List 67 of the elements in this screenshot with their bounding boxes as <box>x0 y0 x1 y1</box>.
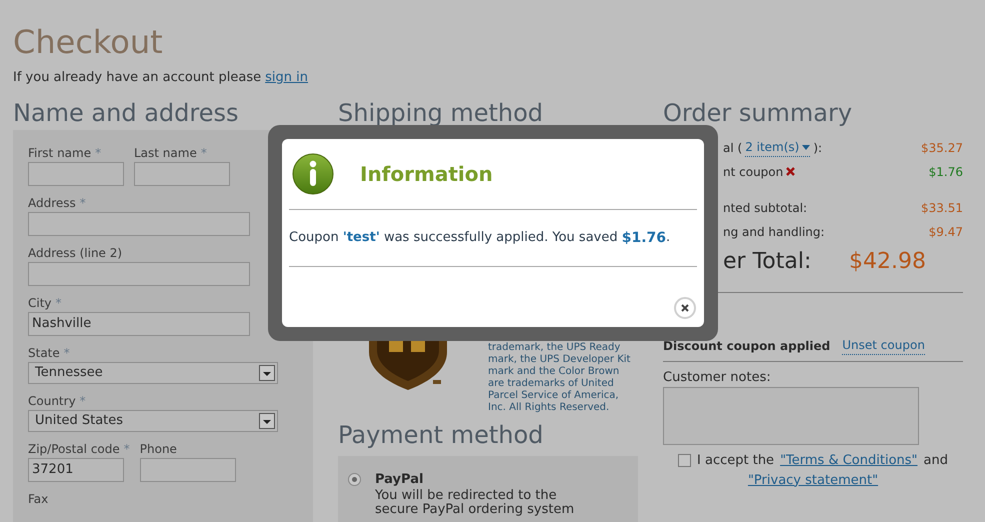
section-heading: Payment method <box>338 420 544 450</box>
payment-name: PayPal <box>375 470 424 488</box>
field-label: Country <box>28 392 76 410</box>
signin-prompt: If you already have an account please <box>13 69 262 87</box>
required-mark: * <box>95 144 102 162</box>
field-label: First name <box>28 144 92 162</box>
input-field[interactable] <box>134 162 230 186</box>
accept-text: and <box>924 452 948 470</box>
caret-icon <box>802 144 810 150</box>
summary-value: $9.47 <box>928 224 963 240</box>
section-heading: Name and address <box>13 98 240 128</box>
summary-value: $1.76 <box>928 164 963 180</box>
select-field[interactable]: United States <box>28 410 278 432</box>
input-field[interactable] <box>28 262 250 286</box>
required-mark: * <box>80 194 86 212</box>
trademark-notice: trademark, the UPS Ready mark, the UPS Developer Kit mark and the Color Brown are trademarks of United Parcel Service of America, Inc. All Rights Reserved. <box>488 342 632 414</box>
accept-checkbox[interactable] <box>678 454 692 468</box>
close-icon <box>681 304 689 312</box>
summary-label: nt coupon <box>723 164 784 180</box>
accept-text: I accept the <box>697 452 774 470</box>
required-mark: * <box>80 392 86 410</box>
summary-value: $35.27 <box>921 140 963 156</box>
field-label: Zip/Postal code <box>28 440 120 458</box>
notes-field[interactable] <box>663 387 919 445</box>
items-link[interactable]: 2 item(s) <box>745 138 810 157</box>
dropdown-icon <box>259 364 275 380</box>
payment-description: You will be redirected to the secure PayPal ordering system <box>375 489 575 517</box>
signin-link[interactable]: sign in <box>265 68 308 88</box>
summary-value: $33.51 <box>921 200 963 216</box>
input-field[interactable]: Nashville <box>28 312 250 336</box>
summary-label: al ( <box>723 140 742 156</box>
radio-button[interactable] <box>348 472 361 486</box>
field-label: Address <box>28 194 76 212</box>
dropdown-icon <box>259 412 275 428</box>
input-field[interactable] <box>140 458 236 482</box>
select-field[interactable]: Tennessee <box>28 362 278 384</box>
field-label: Address (line 2) <box>28 244 122 262</box>
input-field[interactable]: 37201 <box>28 458 124 482</box>
section-heading: Shipping method <box>338 98 544 128</box>
info-icon <box>292 153 334 195</box>
privacy-link[interactable]: "Privacy statement" <box>748 470 878 490</box>
summary-label: ng and handling: <box>723 224 825 240</box>
remove-icon[interactable] <box>786 167 796 176</box>
dialog-title: Information <box>360 161 493 188</box>
field-label: State <box>28 344 60 362</box>
notes-label: Customer notes: <box>663 368 772 386</box>
coupon-applied: Discount coupon applied <box>663 338 830 354</box>
total-value: $42.98 <box>849 248 926 276</box>
total-label: er Total: <box>723 248 812 276</box>
field-label: Last name <box>134 144 197 162</box>
terms-link[interactable]: "Terms & Conditions" <box>780 451 918 470</box>
field-label: City <box>28 294 52 312</box>
required-mark: * <box>200 144 207 162</box>
page-title: Checkout <box>13 22 164 62</box>
dialog-message: Coupon 'test' was successfully applied. You saved $1.76. <box>289 228 672 248</box>
field-label: Phone <box>140 440 177 458</box>
unset-coupon-link[interactable]: Unset coupon <box>842 336 925 354</box>
required-mark: * <box>56 294 62 312</box>
input-field[interactable] <box>28 162 124 186</box>
field-label: Fax <box>28 490 48 508</box>
section-heading: Order summary <box>663 98 854 128</box>
required-mark: * <box>124 440 130 458</box>
input-field[interactable] <box>28 212 250 236</box>
summary-label: nted subtotal: <box>723 200 808 216</box>
summary-label: ): <box>813 140 822 156</box>
required-mark: * <box>64 344 70 362</box>
close-button[interactable] <box>674 297 696 319</box>
